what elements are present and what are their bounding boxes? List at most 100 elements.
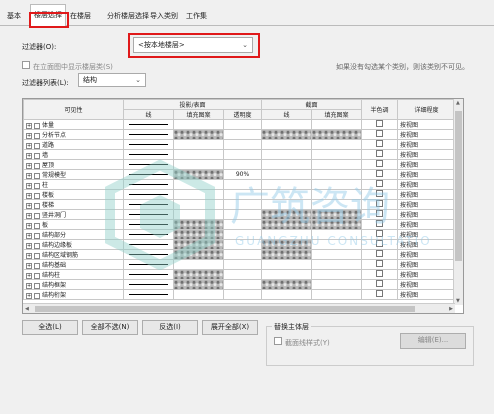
halftone-checkbox[interactable]	[376, 220, 384, 227]
cut-lines-cell[interactable]	[261, 239, 312, 250]
row-visibility[interactable]: + 常规模型	[23, 169, 124, 180]
table-row[interactable]: + 结构区域钢筋 按视图	[23, 249, 463, 260]
halftone-checkbox[interactable]	[376, 250, 384, 257]
horizontal-scroll-thumb[interactable]	[35, 306, 415, 312]
proj-lines-cell[interactable]	[123, 129, 174, 140]
proj-lines-cell[interactable]	[123, 219, 174, 230]
detail-cell[interactable]: 按视图	[397, 219, 457, 230]
cut-fill-cell[interactable]	[310, 289, 363, 300]
cut-lines-cell[interactable]	[261, 179, 312, 190]
row-checkbox[interactable]	[34, 272, 40, 279]
cut-fill-cell[interactable]	[310, 269, 363, 280]
row-visibility[interactable]: + 结构区域钢筋	[23, 249, 124, 260]
table-row[interactable]: + 楼板 按视图	[23, 189, 463, 200]
proj-lines-cell[interactable]	[123, 179, 174, 190]
row-checkbox[interactable]	[34, 282, 40, 289]
transparency-cell[interactable]	[223, 139, 262, 150]
detail-cell[interactable]: 按视图	[397, 199, 457, 210]
table-row[interactable]: + 结构部分 按视图	[23, 229, 463, 240]
expand-icon[interactable]: +	[26, 153, 32, 159]
proj-fill-cell[interactable]	[173, 179, 224, 190]
proj-fill-cell[interactable]	[173, 209, 224, 220]
row-checkbox[interactable]	[34, 222, 40, 229]
detail-cell[interactable]: 按视图	[397, 169, 457, 180]
show-categories-checkbox[interactable]	[22, 61, 30, 69]
proj-fill-cell[interactable]	[173, 259, 224, 270]
expand-icon[interactable]: +	[26, 263, 32, 269]
halftone-cell[interactable]	[361, 119, 399, 130]
cut-lines-cell[interactable]	[261, 149, 312, 160]
row-checkbox[interactable]	[34, 202, 40, 209]
halftone-checkbox[interactable]	[376, 140, 384, 147]
horizontal-scrollbar[interactable]: ◀ ▶	[23, 303, 455, 313]
proj-lines-cell[interactable]	[123, 249, 174, 260]
expand-icon[interactable]: +	[26, 293, 32, 299]
expand-icon[interactable]: +	[26, 243, 32, 249]
row-visibility[interactable]: + 道路	[23, 139, 124, 150]
halftone-cell[interactable]	[361, 189, 399, 200]
halftone-cell[interactable]	[361, 199, 399, 210]
expand-icon[interactable]: +	[26, 173, 32, 179]
table-row[interactable]: + 墙按视图	[23, 149, 463, 160]
cut-fill-cell[interactable]	[310, 169, 363, 180]
detail-cell[interactable]: 按视图	[397, 189, 457, 200]
transparency-cell[interactable]	[223, 219, 262, 230]
proj-fill-cell[interactable]	[173, 289, 224, 300]
halftone-checkbox[interactable]	[376, 130, 384, 137]
row-visibility[interactable]: + 板	[23, 219, 124, 230]
detail-cell[interactable]: 按视图	[397, 209, 457, 220]
row-checkbox[interactable]	[34, 152, 40, 159]
halftone-checkbox[interactable]	[376, 120, 384, 127]
row-checkbox[interactable]	[34, 232, 40, 239]
expand-all-button[interactable]: 展开全部(X)	[202, 320, 258, 335]
row-visibility[interactable]: + 楼梯	[23, 199, 124, 210]
tab-basic[interactable]: 基本	[4, 6, 24, 26]
proj-fill-cell[interactable]	[173, 229, 224, 240]
halftone-cell[interactable]	[361, 239, 399, 250]
row-visibility[interactable]: + 结构桁架	[23, 289, 124, 300]
halftone-cell[interactable]	[361, 149, 399, 160]
proj-fill-cell[interactable]	[173, 219, 224, 230]
table-row[interactable]: + 结构柱 按视图	[23, 269, 463, 280]
detail-cell[interactable]: 按视图	[397, 289, 457, 300]
cut-fill-cell[interactable]	[310, 159, 363, 170]
row-visibility[interactable]: + 分析节点	[23, 129, 124, 140]
halftone-cell[interactable]	[361, 179, 399, 190]
proj-fill-cell[interactable]	[173, 129, 224, 140]
detail-cell[interactable]: 按视图	[397, 119, 457, 130]
cut-lines-cell[interactable]	[261, 269, 312, 280]
halftone-cell[interactable]	[361, 139, 399, 150]
expand-icon[interactable]: +	[26, 223, 32, 229]
halftone-cell[interactable]	[361, 169, 399, 180]
proj-lines-cell[interactable]	[123, 189, 174, 200]
table-row[interactable]: + 结构边缘板 按视图	[23, 239, 463, 250]
row-checkbox[interactable]	[34, 162, 40, 169]
row-visibility[interactable]: + 结构边缘板	[23, 239, 124, 250]
table-row[interactable]: + 结构桁架 按视图	[23, 289, 463, 300]
expand-icon[interactable]: +	[26, 123, 32, 129]
transparency-cell[interactable]	[223, 209, 262, 220]
select-none-button[interactable]: 全部不选(N)	[82, 320, 138, 335]
halftone-checkbox[interactable]	[376, 170, 384, 177]
cut-lines-cell[interactable]	[261, 199, 312, 210]
row-checkbox[interactable]	[34, 252, 40, 259]
proj-lines-cell[interactable]	[123, 259, 174, 270]
proj-lines-cell[interactable]	[123, 159, 174, 170]
halftone-cell[interactable]	[361, 279, 399, 290]
row-checkbox[interactable]	[34, 142, 40, 149]
proj-lines-cell[interactable]	[123, 119, 174, 130]
cut-fill-cell[interactable]	[310, 149, 363, 160]
row-visibility[interactable]: + 楼板	[23, 189, 124, 200]
detail-cell[interactable]: 按视图	[397, 149, 457, 160]
transparency-cell[interactable]	[223, 269, 262, 280]
proj-lines-cell[interactable]	[123, 279, 174, 290]
row-checkbox[interactable]	[34, 212, 40, 219]
scroll-up-icon[interactable]: ▲	[456, 100, 460, 106]
cut-lines-cell[interactable]	[261, 209, 312, 220]
row-visibility[interactable]: + 结构部分	[23, 229, 124, 240]
detail-cell[interactable]: 按视图	[397, 129, 457, 140]
halftone-cell[interactable]	[361, 209, 399, 220]
transparency-cell[interactable]	[223, 229, 262, 240]
detail-cell[interactable]: 按视图	[397, 249, 457, 260]
transparency-cell[interactable]: 90%	[223, 169, 262, 180]
